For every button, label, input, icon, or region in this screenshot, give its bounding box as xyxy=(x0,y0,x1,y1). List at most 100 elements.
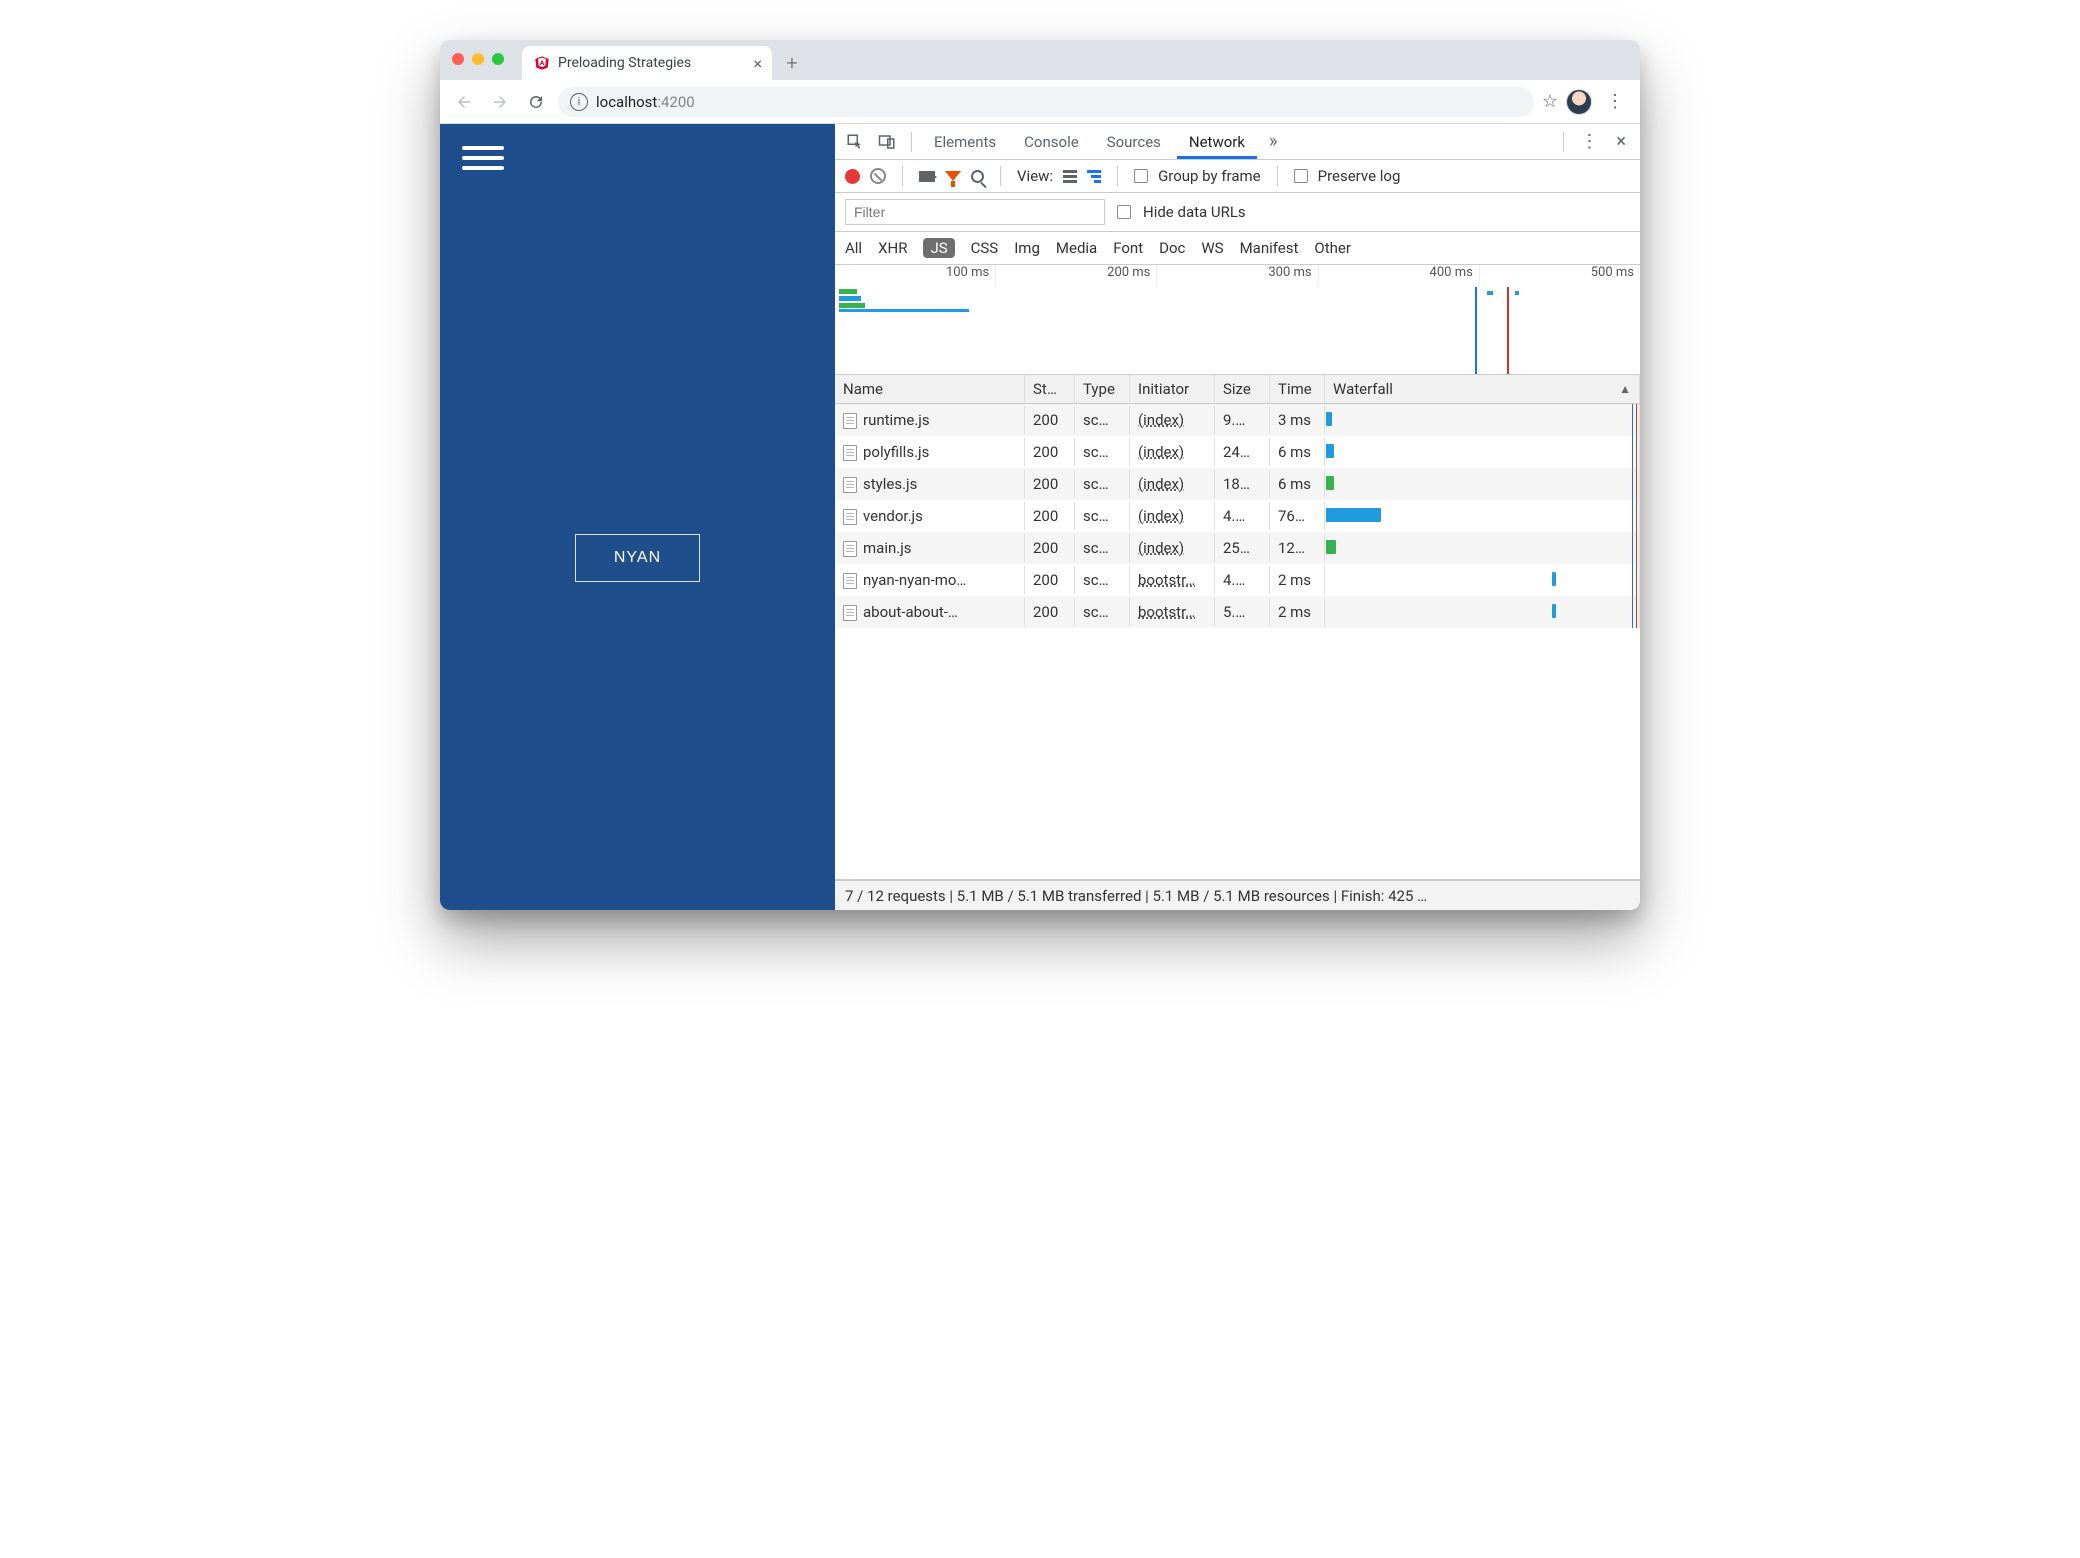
browser-toolbar: i localhost:4200 ☆ ⋮ xyxy=(440,80,1640,124)
file-icon xyxy=(843,413,857,429)
cell-name: styles.js xyxy=(835,470,1025,498)
view-label: View: xyxy=(1017,167,1053,185)
reload-button[interactable] xyxy=(522,88,550,116)
col-name[interactable]: Name xyxy=(835,375,1025,403)
profile-avatar[interactable] xyxy=(1566,89,1592,115)
close-tab-icon[interactable]: × xyxy=(753,54,762,73)
hide-data-urls-checkbox[interactable] xyxy=(1117,205,1131,219)
col-type[interactable]: Type xyxy=(1075,375,1130,403)
network-table-body: runtime.js 200 sc… (index) 9.… 3 ms poly… xyxy=(835,404,1640,879)
more-tabs-icon[interactable]: » xyxy=(1261,131,1285,152)
type-css[interactable]: CSS xyxy=(971,239,999,257)
cell-waterfall xyxy=(1325,564,1640,596)
cell-status: 200 xyxy=(1025,470,1075,498)
cell-type: sc… xyxy=(1075,534,1130,562)
cell-status: 200 xyxy=(1025,598,1075,626)
cell-size: 4.… xyxy=(1215,566,1270,594)
clear-button[interactable] xyxy=(870,168,886,184)
minimize-window-button[interactable] xyxy=(472,53,484,65)
network-row[interactable]: main.js 200 sc… (index) 25… 12… xyxy=(835,532,1640,564)
inspect-element-icon[interactable] xyxy=(841,128,869,156)
titlebar: Preloading Strategies × + xyxy=(440,40,1640,80)
col-initiator[interactable]: Initiator xyxy=(1130,375,1215,403)
network-row[interactable]: about-about-… 200 sc… bootstr… 5.… 2 ms xyxy=(835,596,1640,628)
overview-tick: 200 ms xyxy=(995,265,1156,287)
cell-name: runtime.js xyxy=(835,406,1025,434)
search-icon[interactable] xyxy=(971,170,984,183)
network-row[interactable]: runtime.js 200 sc… (index) 9.… 3 ms xyxy=(835,404,1640,436)
type-all[interactable]: All xyxy=(845,239,862,257)
cell-initiator[interactable]: (index) xyxy=(1130,502,1215,530)
type-media[interactable]: Media xyxy=(1056,239,1097,257)
screenshot-icon[interactable] xyxy=(919,171,935,182)
col-time[interactable]: Time xyxy=(1270,375,1325,403)
col-waterfall[interactable]: Waterfall ▲ xyxy=(1325,375,1640,403)
overview-lanes xyxy=(839,289,865,310)
filter-input[interactable] xyxy=(845,199,1105,225)
new-tab-button[interactable]: + xyxy=(778,49,806,77)
col-status[interactable]: St… xyxy=(1025,375,1075,403)
cell-name: main.js xyxy=(835,534,1025,562)
browser-tab[interactable]: Preloading Strategies × xyxy=(522,46,772,80)
close-window-button[interactable] xyxy=(452,53,464,65)
cell-time: 3 ms xyxy=(1270,406,1325,434)
type-other[interactable]: Other xyxy=(1314,239,1351,257)
tab-sources[interactable]: Sources xyxy=(1095,124,1173,159)
cell-size: 18… xyxy=(1215,470,1270,498)
network-row[interactable]: polyfills.js 200 sc… (index) 24… 6 ms xyxy=(835,436,1640,468)
type-manifest[interactable]: Manifest xyxy=(1240,239,1299,257)
tab-network[interactable]: Network xyxy=(1177,124,1257,159)
col-size[interactable]: Size xyxy=(1215,375,1270,403)
app-viewport: NYAN xyxy=(440,124,835,910)
cell-waterfall xyxy=(1325,468,1640,500)
type-js[interactable]: JS xyxy=(923,238,954,258)
group-by-frame-checkbox[interactable] xyxy=(1134,169,1148,183)
cell-status: 200 xyxy=(1025,566,1075,594)
site-info-icon[interactable]: i xyxy=(570,93,588,111)
type-xhr[interactable]: XHR xyxy=(878,239,907,257)
preserve-log-checkbox[interactable] xyxy=(1294,169,1308,183)
bookmark-icon[interactable]: ☆ xyxy=(1542,91,1558,112)
cell-initiator[interactable]: (index) xyxy=(1130,406,1215,434)
cell-status: 200 xyxy=(1025,438,1075,466)
cell-initiator[interactable]: (index) xyxy=(1130,534,1215,562)
filter-icon[interactable] xyxy=(945,171,961,181)
type-doc[interactable]: Doc xyxy=(1159,239,1185,257)
tab-elements[interactable]: Elements xyxy=(922,124,1008,159)
cell-name: vendor.js xyxy=(835,502,1025,530)
forward-button[interactable] xyxy=(486,88,514,116)
cell-initiator[interactable]: bootstr… xyxy=(1130,566,1215,594)
timeline-overview[interactable]: 100 ms 200 ms 300 ms 400 ms 500 ms xyxy=(835,265,1640,375)
sort-indicator-icon: ▲ xyxy=(1619,382,1631,396)
network-row[interactable]: vendor.js 200 sc… (index) 4.… 76… xyxy=(835,500,1640,532)
cell-status: 200 xyxy=(1025,406,1075,434)
devtools-menu-icon[interactable]: ⋮ xyxy=(1574,131,1604,152)
browser-menu-icon[interactable]: ⋮ xyxy=(1600,91,1630,112)
cell-time: 76… xyxy=(1270,502,1325,530)
hamburger-icon[interactable] xyxy=(462,146,504,170)
large-rows-icon[interactable] xyxy=(1063,170,1077,183)
cell-time: 6 ms xyxy=(1270,438,1325,466)
device-toolbar-icon[interactable] xyxy=(873,128,901,156)
overview-tick: 100 ms xyxy=(835,265,995,287)
browser-window: Preloading Strategies × + i localhost:42… xyxy=(440,40,1640,910)
address-bar[interactable]: i localhost:4200 xyxy=(558,87,1534,117)
cell-initiator[interactable]: bootstr… xyxy=(1130,598,1215,626)
cell-initiator[interactable]: (index) xyxy=(1130,470,1215,498)
cell-size: 5.… xyxy=(1215,598,1270,626)
type-img[interactable]: Img xyxy=(1014,239,1040,257)
nyan-button[interactable]: NYAN xyxy=(575,534,700,582)
type-font[interactable]: Font xyxy=(1113,239,1143,257)
devtools-close-icon[interactable]: × xyxy=(1608,131,1634,152)
network-row[interactable]: styles.js 200 sc… (index) 18… 6 ms xyxy=(835,468,1640,500)
record-button[interactable] xyxy=(845,169,860,184)
maximize-window-button[interactable] xyxy=(492,53,504,65)
preserve-log-label: Preserve log xyxy=(1318,167,1401,185)
tab-console[interactable]: Console xyxy=(1012,124,1091,159)
cell-name: about-about-… xyxy=(835,598,1025,626)
waterfall-view-icon[interactable] xyxy=(1087,170,1101,183)
type-ws[interactable]: WS xyxy=(1201,239,1223,257)
network-row[interactable]: nyan-nyan-mo… 200 sc… bootstr… 4.… 2 ms xyxy=(835,564,1640,596)
back-button[interactable] xyxy=(450,88,478,116)
cell-initiator[interactable]: (index) xyxy=(1130,438,1215,466)
